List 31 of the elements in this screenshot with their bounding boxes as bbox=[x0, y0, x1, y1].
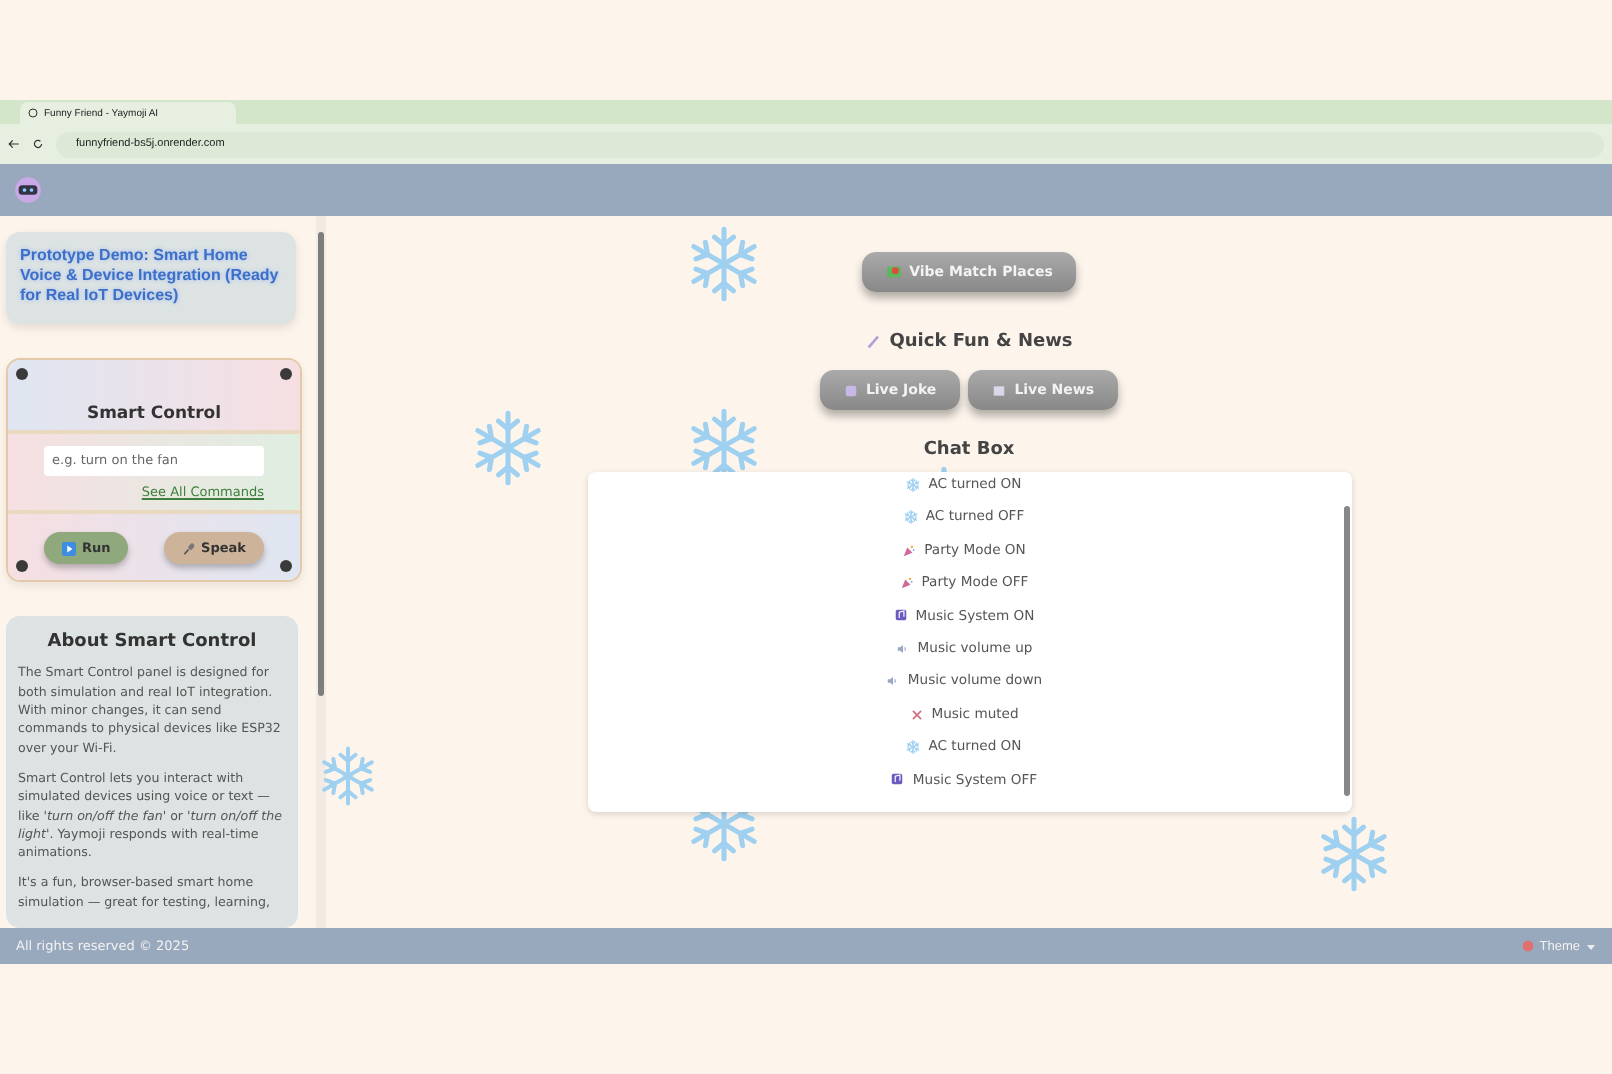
smart-control-title: Smart Control bbox=[86, 403, 222, 423]
party-popper-icon bbox=[902, 543, 917, 558]
play-icon bbox=[62, 541, 76, 555]
reload-icon[interactable] bbox=[32, 138, 44, 150]
screw-icon bbox=[16, 560, 28, 573]
snowflake-icon bbox=[318, 746, 378, 806]
sidebar-scrollbar[interactable] bbox=[316, 216, 326, 928]
speaker-icon bbox=[895, 641, 910, 656]
back-arrow-icon[interactable] bbox=[8, 138, 20, 150]
screw-icon bbox=[280, 560, 292, 573]
pen-icon bbox=[865, 334, 882, 350]
snowflake-icon bbox=[906, 477, 921, 492]
palette-icon bbox=[1521, 940, 1534, 952]
caret-icon bbox=[1586, 941, 1596, 951]
about-title: About Smart Control bbox=[45, 632, 259, 653]
muted-icon bbox=[909, 707, 924, 722]
globe-icon bbox=[28, 108, 38, 118]
snowflake-icon bbox=[906, 740, 921, 755]
fun-heading-text: Quick Fun & News bbox=[889, 332, 1073, 352]
chat-title: Chat Box bbox=[923, 440, 1015, 460]
snowflake-icon bbox=[903, 510, 918, 525]
robot-logo-icon bbox=[14, 176, 42, 204]
screw-icon bbox=[280, 368, 292, 380]
snowflake-icon bbox=[1316, 816, 1392, 892]
snowflake-icon bbox=[470, 410, 546, 486]
demo-title: Prototype Demo: Smart Home Voice & Device Integration (Ready for Real IoT Devices) bbox=[20, 246, 281, 306]
microphone-icon bbox=[181, 541, 196, 555]
party-popper-icon bbox=[899, 576, 914, 591]
speaker-icon bbox=[885, 674, 900, 689]
screw-icon bbox=[16, 368, 28, 380]
snowflake-icon bbox=[686, 226, 762, 302]
